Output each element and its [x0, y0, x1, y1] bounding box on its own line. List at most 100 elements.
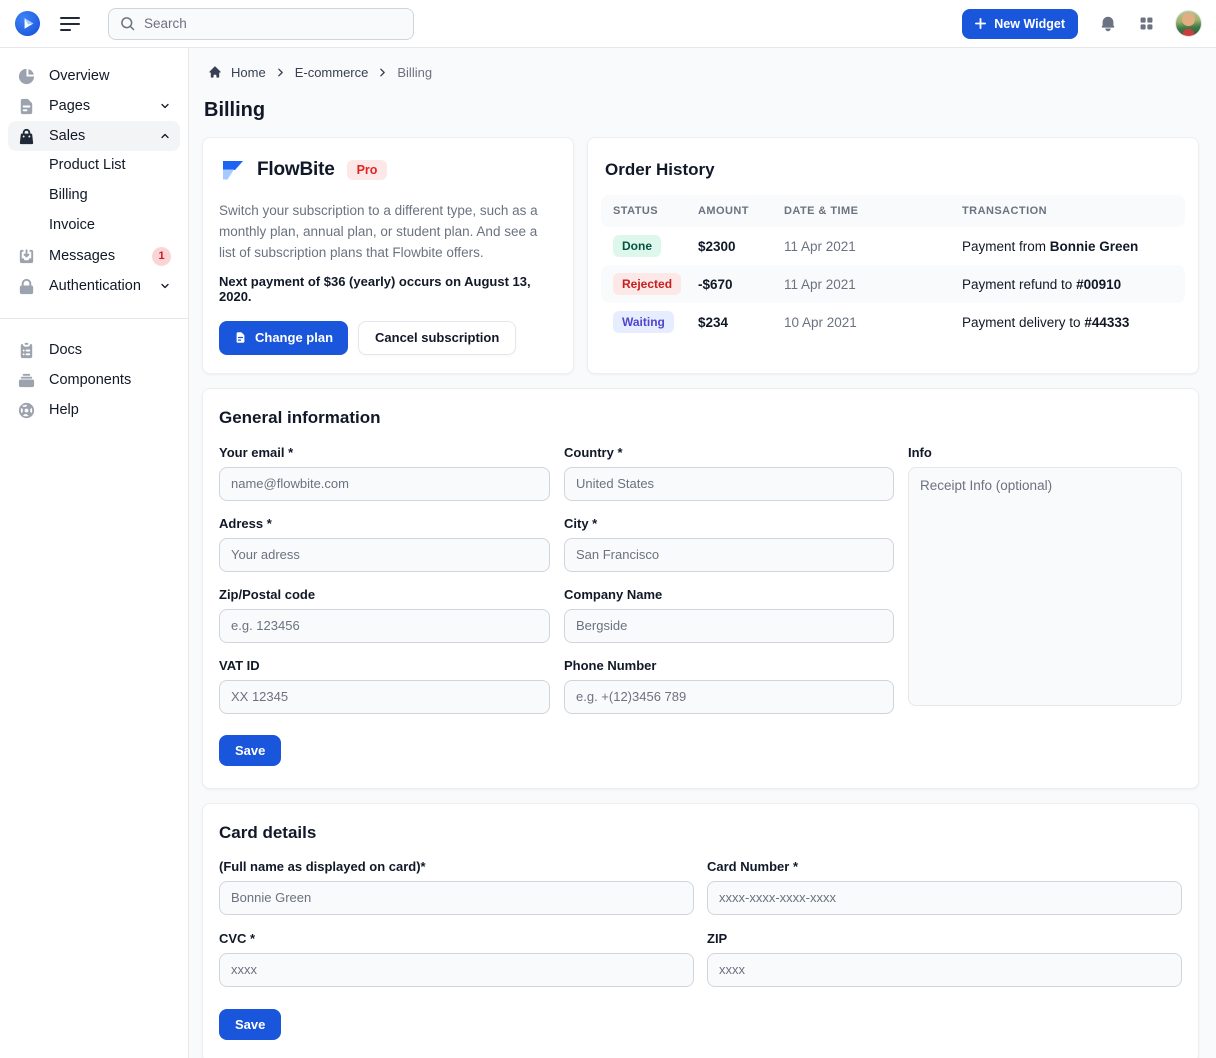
apps-grid-icon [1138, 15, 1155, 32]
sidebar-item-help[interactable]: Help [8, 395, 180, 425]
card-zip-field[interactable] [707, 953, 1182, 987]
top-cards-row: FlowBite Pro Switch your subscription to… [202, 137, 1199, 374]
vat-field[interactable] [219, 680, 550, 714]
global-search [108, 8, 414, 40]
apps-menu-button[interactable] [1138, 15, 1155, 32]
sidebar-item-billing[interactable]: Billing [8, 181, 180, 211]
table-row: Waiting $234 10 Apr 2021 Payment deliver… [601, 303, 1185, 341]
card-number-label: Card Number * [707, 859, 1182, 874]
cardholder-name-field[interactable] [219, 881, 694, 915]
brand-row: FlowBite Pro [219, 156, 557, 184]
card-number-field[interactable] [707, 881, 1182, 915]
zip-field[interactable] [219, 609, 550, 643]
form-column-info: Info [908, 445, 1182, 729]
info-label: Info [908, 445, 1182, 460]
main-content: Home E-commerce Billing Billing FlowBite… [189, 48, 1216, 1058]
plus-icon [975, 18, 986, 29]
home-icon[interactable] [208, 65, 222, 79]
chevron-down-icon [159, 100, 171, 112]
sidebar-item-components[interactable]: Components [8, 365, 180, 395]
clipboard-icon [17, 341, 36, 360]
form-column-middle: Country * City * Company Name Phone Numb… [564, 445, 894, 729]
sidebar-label: Components [49, 372, 131, 388]
chevron-right-icon [377, 67, 388, 78]
vat-field-group: VAT ID [219, 658, 550, 714]
date-cell: 11 Apr 2021 [784, 277, 962, 292]
status-badge: Rejected [613, 273, 681, 295]
sidebar-item-invoice[interactable]: Invoice [8, 211, 180, 241]
sidebar-label: Messages [49, 248, 115, 264]
search-input[interactable] [144, 16, 402, 31]
sidebar-label: Sales [49, 128, 85, 144]
subscription-actions: Change plan Cancel subscription [219, 321, 557, 355]
date-cell: 10 Apr 2021 [784, 315, 962, 330]
form-column-left: Your email * Adress * Zip/Postal code VA… [219, 445, 550, 729]
life-buoy-icon [17, 401, 36, 420]
save-general-info-button[interactable]: Save [219, 735, 281, 766]
zip-label: Zip/Postal code [219, 587, 550, 602]
notifications-button[interactable] [1099, 15, 1117, 33]
city-field-group: City * [564, 516, 894, 572]
breadcrumb: Home E-commerce Billing [202, 62, 1199, 82]
chevron-up-icon [159, 130, 171, 142]
search-icon [120, 16, 135, 31]
change-plan-button[interactable]: Change plan [219, 321, 348, 355]
sidebar-item-sales[interactable]: Sales [8, 121, 180, 151]
save-card-details-button[interactable]: Save [219, 1009, 281, 1040]
sidebar-item-authentication[interactable]: Authentication [8, 271, 180, 301]
page-title: Billing [204, 99, 1199, 122]
subscription-description: Switch your subscription to a different … [219, 201, 557, 264]
card-details-grid: (Full name as displayed on card)* Card N… [219, 859, 1182, 1003]
cvc-group: CVC * [219, 931, 694, 987]
company-field[interactable] [564, 609, 894, 643]
general-information-grid: Your email * Adress * Zip/Postal code VA… [219, 445, 1182, 729]
address-label: Adress * [219, 516, 550, 531]
chevron-right-icon [275, 67, 286, 78]
cvc-label: CVC * [219, 931, 694, 946]
new-widget-button[interactable]: New Widget [962, 9, 1078, 39]
sidebar-label: Help [49, 402, 79, 418]
file-icon [234, 331, 247, 344]
next-payment-note: Next payment of $36 (yearly) occurs on A… [219, 274, 557, 304]
transaction-cell: Payment delivery to #44333 [962, 315, 1173, 330]
sidebar-item-product-list[interactable]: Product List [8, 151, 180, 181]
sidebar: Overview Pages Sales Product List Billin… [0, 48, 189, 1058]
status-badge: Waiting [613, 311, 674, 333]
table-row: Done $2300 11 Apr 2021 Payment from Bonn… [601, 227, 1185, 265]
app-logo-icon[interactable] [14, 10, 41, 37]
breadcrumb-current: Billing [397, 65, 432, 80]
collection-icon [17, 371, 36, 390]
city-label: City * [564, 516, 894, 531]
sidebar-toggle-hamburger-icon[interactable] [60, 17, 80, 31]
order-history-title: Order History [605, 160, 1185, 180]
company-field-group: Company Name [564, 587, 894, 643]
vat-label: VAT ID [219, 658, 550, 673]
sidebar-label: Pages [49, 98, 90, 114]
address-field-group: Adress * [219, 516, 550, 572]
breadcrumb-ecommerce[interactable]: E-commerce [295, 65, 369, 80]
card-zip-label: ZIP [707, 931, 1182, 946]
pro-badge: Pro [347, 160, 388, 180]
email-field-group: Your email * [219, 445, 550, 501]
document-icon [17, 97, 36, 116]
email-field[interactable] [219, 467, 550, 501]
card-details-title: Card details [219, 823, 1182, 843]
sidebar-item-overview[interactable]: Overview [8, 61, 180, 91]
country-field[interactable] [564, 467, 894, 501]
address-field[interactable] [219, 538, 550, 572]
cvc-field[interactable] [219, 953, 694, 987]
card-details-card: Card details (Full name as displayed on … [202, 803, 1199, 1058]
amount-cell: $234 [698, 315, 784, 330]
bell-icon [1099, 15, 1117, 33]
sidebar-item-messages[interactable]: Messages 1 [8, 241, 180, 271]
phone-field[interactable] [564, 680, 894, 714]
cancel-subscription-button[interactable]: Cancel subscription [358, 321, 516, 355]
breadcrumb-home[interactable]: Home [231, 65, 266, 80]
city-field[interactable] [564, 538, 894, 572]
subscription-card: FlowBite Pro Switch your subscription to… [202, 137, 574, 374]
user-avatar[interactable] [1175, 10, 1202, 37]
navbar-actions: New Widget [962, 9, 1202, 39]
sidebar-item-pages[interactable]: Pages [8, 91, 180, 121]
receipt-info-textarea[interactable] [908, 467, 1182, 706]
sidebar-item-docs[interactable]: Docs [8, 335, 180, 365]
